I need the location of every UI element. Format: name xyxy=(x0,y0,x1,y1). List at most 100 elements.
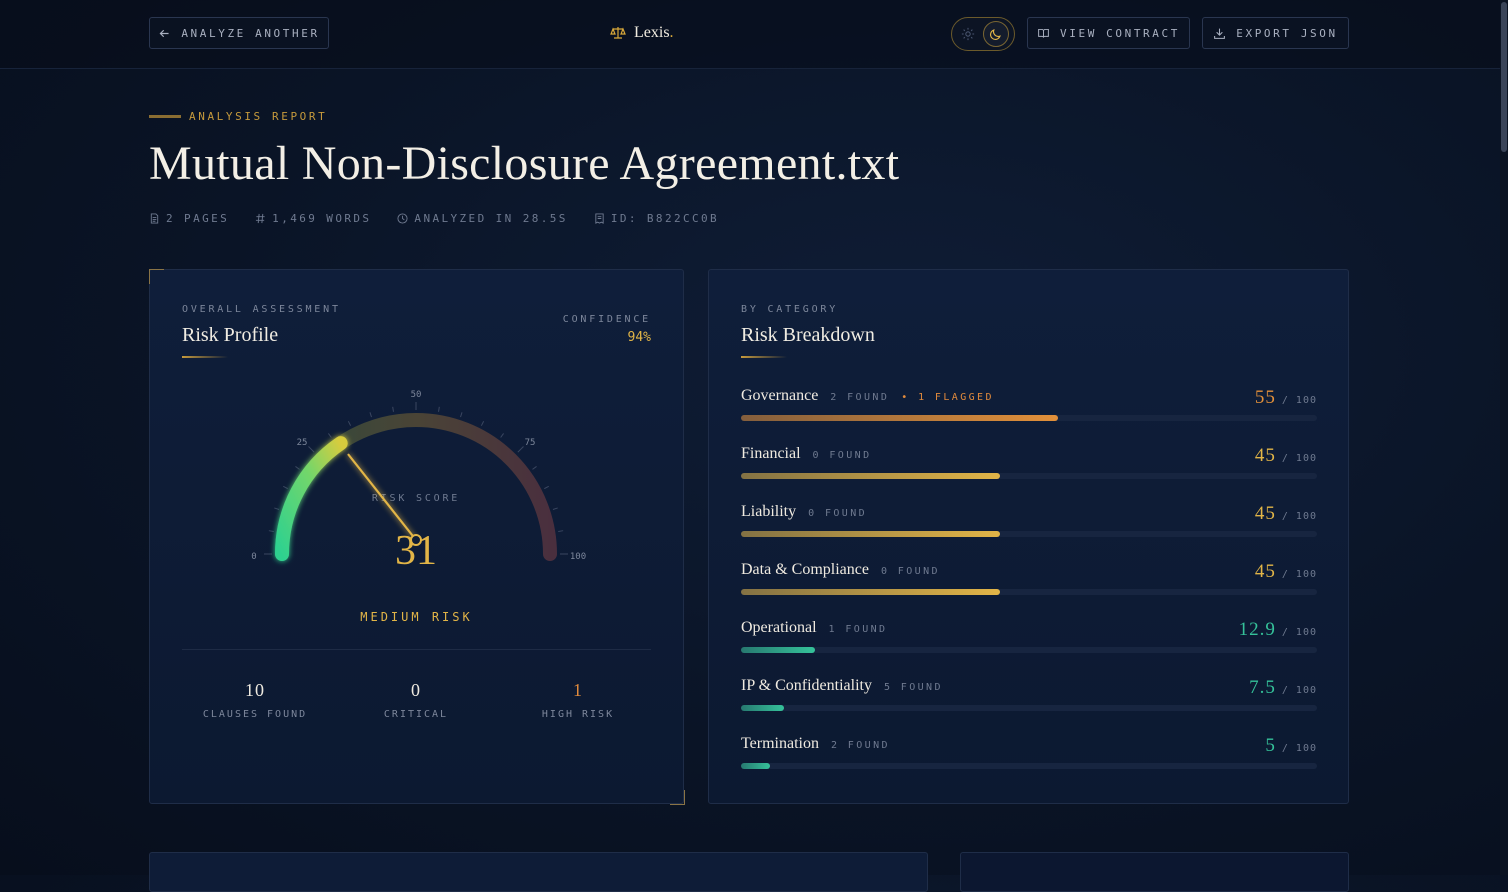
scrollbar-thumb[interactable] xyxy=(1501,2,1507,152)
stat-high-risk: 1 HIGH RISK xyxy=(498,680,658,720)
category-bar-fill xyxy=(741,705,785,711)
category-row-governance[interactable]: Governance 2 FOUND • 1 FLAGGED 55 / 100 xyxy=(741,387,1317,445)
gauge-fill xyxy=(275,436,348,561)
category-name: Data & Compliance xyxy=(741,561,869,578)
gauge-tick xyxy=(552,507,558,510)
gauge-tick-label: 25 xyxy=(297,438,308,448)
category-name: Operational xyxy=(741,619,817,636)
gauge-tick xyxy=(558,530,564,532)
category-bar-track xyxy=(741,705,1317,711)
brand-name: Lexis xyxy=(634,24,670,41)
category-score-max: / 100 xyxy=(1281,685,1317,696)
category-name: IP & Confidentiality xyxy=(741,677,872,694)
category-score-max: / 100 xyxy=(1281,453,1317,464)
document-title: Mutual Non-Disclosure Agreement.txt xyxy=(149,137,900,190)
arrow-left-icon xyxy=(159,29,169,37)
gauge-tick xyxy=(347,421,352,426)
brand-logo[interactable]: Lexis. xyxy=(610,24,674,42)
file-icon xyxy=(150,213,159,224)
category-name: Liability xyxy=(741,503,797,520)
gauge-tick xyxy=(460,412,463,418)
stat-value: 0 xyxy=(411,680,421,700)
gauge-tick xyxy=(295,466,300,470)
analyze-another-label: ANALYZE ANOTHER xyxy=(181,26,320,40)
category-row-ip-confidentiality[interactable]: IP & Confidentiality 5 FOUND 7.5 / 100 xyxy=(741,677,1317,735)
category-bar-fill xyxy=(741,415,1058,421)
category-bar-fill xyxy=(741,647,816,653)
export-json-button[interactable]: EXPORT JSON xyxy=(1202,17,1349,49)
meta-pages-text: 2 PAGES xyxy=(166,212,230,225)
category-score-max: / 100 xyxy=(1281,743,1317,754)
risk-breakdown-card: BY CATEGORY Risk Breakdown Governance 2 F… xyxy=(708,269,1349,804)
eyebrow-rule xyxy=(149,115,181,118)
category-score: 7.5 xyxy=(1249,677,1276,698)
category-bar-track xyxy=(741,589,1317,595)
gauge-tick-label: 50 xyxy=(411,390,422,400)
category-score: 45 xyxy=(1254,503,1276,524)
card-corner-accent xyxy=(149,269,164,284)
category-found-count: 0 FOUND xyxy=(880,566,940,577)
gauge-tick xyxy=(517,446,524,453)
gauge-tick xyxy=(369,412,372,418)
category-row-data-compliance[interactable]: Data & Compliance 0 FOUND 45 / 100 xyxy=(741,561,1317,619)
hash-icon xyxy=(256,213,265,224)
stat-label: CRITICAL xyxy=(383,709,449,720)
theme-toggle[interactable] xyxy=(951,17,1015,51)
category-bar-track xyxy=(741,531,1317,537)
download-icon xyxy=(1214,28,1226,39)
category-score-max: / 100 xyxy=(1281,511,1317,522)
stat-clauses-found: 10 CLAUSES FOUND xyxy=(175,680,335,720)
risk-gauge: RISK SCORE 31 0 25 50 75 100 xyxy=(251,390,586,574)
category-score-max: / 100 xyxy=(1281,569,1317,580)
stat-label: CLAUSES FOUND xyxy=(202,709,308,720)
category-score: 55 xyxy=(1254,387,1276,408)
category-row-liability[interactable]: Liability 0 FOUND 45 / 100 xyxy=(741,503,1317,561)
gauge-tick xyxy=(274,507,280,510)
brand-dot: . xyxy=(669,24,674,41)
category-found-count: 2 FOUND xyxy=(830,392,890,403)
gauge-tick xyxy=(308,446,315,453)
category-score-max: / 100 xyxy=(1281,395,1317,406)
category-bar-fill xyxy=(741,531,1001,537)
stat-label: HIGH RISK xyxy=(541,709,615,720)
eyebrow-label: ANALYSIS REPORT xyxy=(189,110,328,123)
gauge-tick xyxy=(544,485,549,490)
book-icon xyxy=(1038,28,1049,38)
gauge-tick xyxy=(283,485,288,490)
category-row-operational[interactable]: Operational 1 FOUND 12.9 / 100 xyxy=(741,619,1317,677)
summary-card xyxy=(960,852,1349,892)
category-score: 5 xyxy=(1265,735,1276,756)
gauge-tick xyxy=(268,530,274,532)
category-score-max: / 100 xyxy=(1281,627,1317,638)
meta-id-text: ID: B822CC0B xyxy=(610,212,720,225)
stat-value: 1 xyxy=(573,680,583,700)
page-scrollbar[interactable] xyxy=(1500,0,1508,875)
risk-profile-card: OVERALL ASSESSMENT Risk Profile CONFIDEN… xyxy=(149,269,684,804)
category-row-termination[interactable]: Termination 2 FOUND 5 / 100 xyxy=(741,735,1317,793)
category-row-financial[interactable]: Financial 0 FOUND 45 / 100 xyxy=(741,445,1317,503)
category-score: 45 xyxy=(1254,445,1276,466)
category-found-count: 0 FOUND xyxy=(808,508,868,519)
analyze-another-button[interactable]: ANALYZE ANOTHER xyxy=(149,17,329,49)
category-flag: • 1 FLAGGED xyxy=(901,392,994,403)
profile-divider xyxy=(182,649,651,650)
category-bar-fill xyxy=(741,763,770,769)
category-name: Termination xyxy=(741,735,819,752)
theme-toggle-knob[interactable] xyxy=(983,21,1009,47)
breakdown-eyebrow: BY CATEGORY xyxy=(741,304,839,315)
gauge-pivot xyxy=(410,534,422,546)
stat-value: 10 xyxy=(245,680,265,700)
receipt-icon xyxy=(595,213,604,224)
meta-time: ANALYZED IN 28.5S xyxy=(397,212,567,225)
risk-level-label: MEDIUM RISK xyxy=(360,610,473,624)
meta-pages: 2 PAGES xyxy=(149,212,229,225)
report-eyebrow: ANALYSIS REPORT xyxy=(149,110,327,123)
category-found-count: 2 FOUND xyxy=(830,740,890,751)
category-name: Governance xyxy=(741,387,819,404)
category-bar-fill xyxy=(741,589,1001,595)
gauge-tick xyxy=(438,406,440,412)
gauge-tick xyxy=(392,406,394,412)
meta-words: 1,469 WORDS xyxy=(255,212,371,225)
breakdown-title-underline xyxy=(741,356,787,358)
view-contract-button[interactable]: VIEW CONTRACT xyxy=(1027,17,1190,49)
